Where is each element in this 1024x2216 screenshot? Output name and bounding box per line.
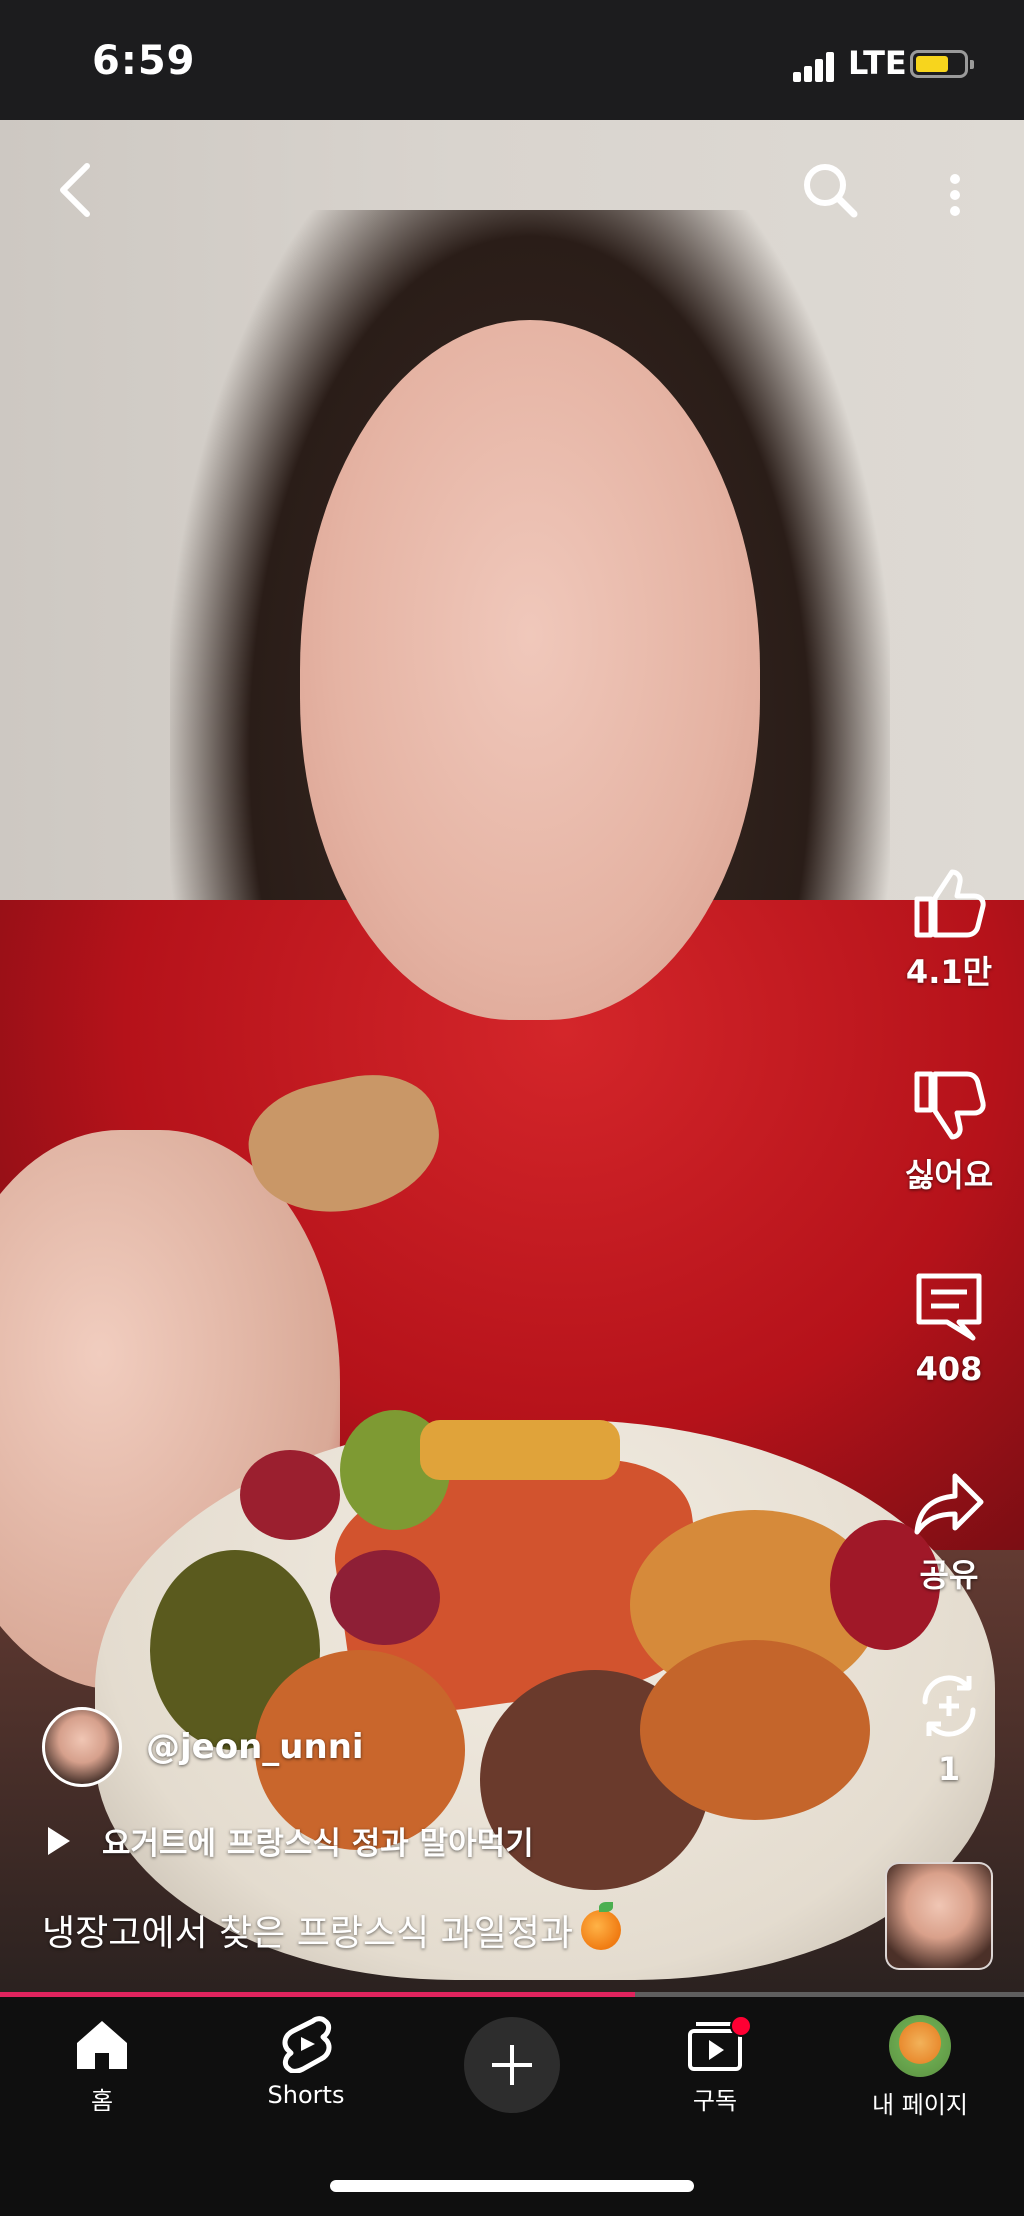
like-button[interactable]: 4.1만 [874, 865, 1024, 993]
remix-icon [922, 1675, 976, 1737]
nav-shorts-label: Shorts [267, 2081, 345, 2109]
status-time: 6:59 [92, 38, 196, 84]
nav-my-page[interactable]: 내 페이지 [830, 2015, 1010, 2120]
sound-thumbnail[interactable] [885, 1862, 993, 1970]
battery-icon [910, 50, 974, 78]
remix-count: 1 [937, 1750, 961, 1788]
play-icon [48, 1826, 70, 1855]
comment-icon [916, 1273, 982, 1341]
remix-button[interactable]: 1 [874, 1668, 1024, 1788]
channel-row[interactable]: @jeon_unni [42, 1705, 364, 1789]
thumbs-down-icon [914, 1071, 986, 1140]
channel-avatar[interactable] [42, 1707, 122, 1787]
profile-avatar [889, 2015, 951, 2077]
nav-home-label: 홈 [90, 2087, 114, 2115]
back-icon [60, 163, 90, 217]
nav-home[interactable]: 홈 [12, 2015, 192, 2116]
nav-subscriptions[interactable]: 구독 [625, 2015, 805, 2116]
nav-shorts[interactable]: Shorts [216, 2015, 396, 2109]
video-title-row[interactable]: 냉장고에서 찾은 프랑스식 과일정과 [42, 1902, 622, 1956]
home-indicator [330, 2180, 694, 2192]
share-button[interactable]: 공유 [874, 1468, 1024, 1596]
bottom-nav: 홈 Shorts 구독 내 페이지 [0, 1997, 1024, 2216]
create-button[interactable] [464, 2017, 560, 2113]
like-count: 4.1만 [905, 953, 993, 991]
nav-my-page-label: 내 페이지 [872, 2091, 968, 2119]
related-video-title: 요거트에 프랑스식 정과 말아먹기 [102, 1826, 534, 1862]
signal-icon [793, 52, 837, 82]
nav-subscriptions-label: 구독 [692, 2087, 738, 2115]
search-icon [804, 164, 858, 218]
shorts-icon [282, 2016, 332, 2073]
dislike-button[interactable]: 싫어요 [874, 1068, 1024, 1196]
related-video-link[interactable]: 요거트에 프랑스식 정과 말아먹기 [48, 1818, 534, 1863]
channel-handle[interactable]: @jeon_unni [146, 1727, 364, 1767]
more-button[interactable] [935, 160, 975, 230]
more-vertical-icon [950, 174, 960, 216]
notification-dot [730, 2015, 752, 2037]
comment-count: 408 [915, 1350, 983, 1388]
comments-button[interactable]: 408 [874, 1268, 1024, 1388]
home-icon [77, 2021, 127, 2069]
back-button[interactable] [40, 150, 110, 230]
network-label: LTE [848, 44, 907, 82]
share-icon [914, 1473, 984, 1535]
search-button[interactable] [790, 150, 870, 230]
video-title: 냉장고에서 찾은 프랑스식 과일정과 [42, 1913, 574, 1954]
orange-emoji-icon [581, 1902, 622, 1950]
share-label: 공유 [919, 1556, 979, 1594]
thumbs-up-icon [914, 869, 986, 938]
plus-icon [492, 2045, 532, 2085]
dislike-label: 싫어요 [904, 1156, 994, 1194]
status-bar: 6:59 LTE [0, 0, 1024, 120]
